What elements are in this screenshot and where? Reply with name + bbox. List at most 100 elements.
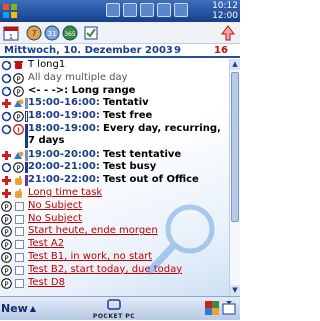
task-view-icon[interactable]: [83, 25, 99, 41]
date-header[interactable]: Mittwoch, 10. Dezember 2003 9 16: [0, 44, 240, 58]
clock-time: 10:12: [212, 1, 238, 11]
list-item[interactable]: P 18:00-19:00: Test free: [0, 110, 229, 123]
task-title: No Subject: [28, 199, 83, 211]
task-checkbox[interactable]: [15, 201, 24, 211]
windows-start-icon[interactable]: [2, 3, 18, 19]
pocket-pc-logo: POCKET PC: [88, 299, 140, 320]
volume-icon[interactable]: [157, 3, 171, 17]
svg-text:7: 7: [31, 29, 36, 38]
private-icon: P: [1, 226, 12, 238]
year-view-icon[interactable]: 365: [62, 25, 78, 41]
tentative-icon: [14, 99, 24, 108]
private-icon: P: [1, 200, 12, 212]
app-switch-icon[interactable]: [204, 300, 220, 316]
scroll-up-icon[interactable]: ▲: [230, 59, 240, 70]
menu-bar: New ▲ POCKET PC: [0, 296, 240, 320]
svg-text:!: !: [17, 126, 20, 134]
task-checkbox[interactable]: [15, 265, 24, 275]
plus-icon: [2, 99, 11, 109]
current-date[interactable]: Mittwoch, 10. Dezember 2003: [4, 44, 173, 58]
month-view-icon[interactable]: 31: [44, 25, 60, 41]
magnifier-watermark-icon: [145, 204, 215, 276]
calendar-day-view-icon[interactable]: 1: [3, 25, 19, 41]
hand-icon: [15, 176, 22, 186]
private-icon: P: [13, 111, 24, 122]
svg-text:P: P: [16, 88, 20, 96]
event-time: 18:00-19:00:: [28, 122, 100, 134]
hand-icon: [15, 188, 22, 198]
event-title: <- - ->: Long range: [28, 84, 136, 96]
svg-text:1: 1: [9, 33, 13, 41]
mail-icon[interactable]: [106, 3, 120, 17]
view-toolbar: 1 7 31 365: [0, 22, 240, 44]
private-icon: P: [1, 252, 12, 263]
task-checkbox[interactable]: [15, 278, 24, 288]
event-title: Test out of Office: [103, 174, 199, 186]
connectivity-icon[interactable]: [174, 3, 188, 17]
plus-icon: [2, 188, 11, 198]
list-item[interactable]: 21:00-22:00: Test out of Office: [0, 174, 229, 187]
scroll-thumb[interactable]: [231, 72, 239, 222]
home-icon[interactable]: [123, 3, 137, 17]
title-bar: 10:12 12:00: [0, 0, 240, 22]
event-time: 18:00-19:00:: [28, 110, 100, 122]
event-time: 15:00-16:00:: [28, 97, 100, 109]
svg-text:P: P: [4, 254, 8, 262]
recur-icon: [1, 124, 12, 135]
recur-icon: [1, 73, 12, 84]
private-icon: P: [1, 264, 12, 276]
recur-icon: [1, 60, 12, 71]
calendar-icon[interactable]: [140, 3, 154, 17]
scroll-down-icon[interactable]: ▼: [230, 285, 240, 296]
event-title: Test free: [103, 110, 153, 122]
private-icon: P: [13, 72, 24, 84]
vertical-scrollbar[interactable]: ▲ ▼: [229, 59, 240, 296]
task-checkbox[interactable]: [15, 227, 24, 237]
event-title: All day multiple day: [28, 71, 128, 83]
pocket-pc-logo-icon: [107, 299, 121, 310]
important-icon: !: [13, 124, 24, 135]
list-item[interactable]: P 20:00-21:00: Test busy: [0, 161, 229, 174]
week-view-icon[interactable]: 7: [26, 25, 42, 41]
new-menu-arrow-icon[interactable]: ▲: [28, 300, 38, 318]
event-title: Test busy: [103, 161, 157, 173]
task-checkbox[interactable]: [15, 252, 24, 262]
svg-text:P: P: [4, 242, 8, 250]
plus-icon: [2, 150, 11, 160]
task-count: 16: [214, 45, 228, 56]
event-time: 21:00-22:00:: [28, 174, 100, 186]
svg-text:365: 365: [64, 31, 76, 38]
keyboard-input-icon[interactable]: [222, 300, 236, 316]
svg-text:P: P: [4, 267, 8, 275]
task-checkbox[interactable]: [15, 214, 24, 224]
new-button[interactable]: New: [1, 300, 28, 318]
week-number: 9: [174, 45, 181, 56]
list-item[interactable]: 19:00-20:00: Test tentative: [0, 149, 229, 162]
plus-icon: [2, 176, 11, 186]
list-item[interactable]: 15:00-16:00: Tentativ: [0, 97, 229, 110]
svg-text:P: P: [16, 165, 20, 173]
svg-text:P: P: [4, 280, 8, 288]
task-checkbox[interactable]: [15, 240, 24, 250]
phone-icon: [14, 61, 23, 69]
event-title: Test tentative: [103, 148, 182, 160]
private-icon: P: [13, 162, 24, 174]
event-time: 19:00-20:00:: [28, 148, 100, 160]
list-item[interactable]: P <- - ->: Long range: [0, 85, 229, 98]
task-item[interactable]: Long time task: [0, 187, 229, 200]
agenda-list[interactable]: T long1 P All day multiple day P <- - ->…: [0, 59, 229, 296]
list-item[interactable]: ! 18:00-19:00: Every day, recurring, 7 d…: [0, 123, 229, 149]
event-time: 20:00-21:00:: [28, 161, 100, 173]
list-item[interactable]: P All day multiple day: [0, 72, 229, 85]
alarm-time: 12:00: [212, 11, 238, 21]
svg-text:P: P: [4, 229, 8, 237]
tentative-icon: [14, 151, 24, 159]
svg-text:P: P: [16, 75, 20, 83]
list-item[interactable]: T long1: [0, 59, 229, 72]
task-title: No Subject: [28, 212, 83, 224]
svg-text:P: P: [16, 114, 20, 122]
private-icon: P: [1, 213, 12, 225]
svg-text:P: P: [4, 216, 8, 224]
sort-up-icon[interactable]: [220, 25, 236, 41]
clock[interactable]: 10:12 12:00: [194, 1, 238, 21]
